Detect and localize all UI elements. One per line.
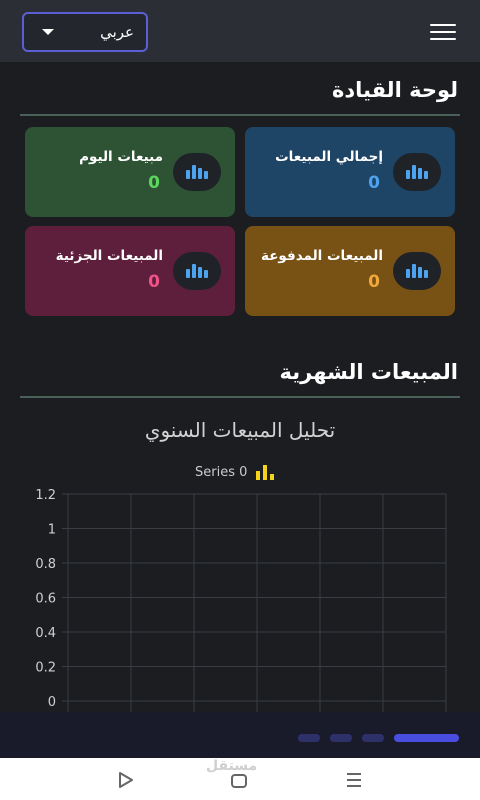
bar-chart-icon: [173, 252, 221, 290]
dashboard-title: لوحة القيادة: [331, 78, 458, 102]
card-label: المبيعات الجزئية: [55, 248, 163, 264]
bar-chart-icon: [173, 153, 221, 191]
system-nav-bar: مستقل: [0, 758, 480, 800]
language-select[interactable]: عربي: [22, 12, 148, 52]
y-tick-label: 0: [48, 695, 56, 710]
card-label: مبيعات اليوم: [79, 149, 163, 165]
legend-bar-icon: [256, 465, 275, 480]
back-icon[interactable]: [116, 770, 136, 790]
monthly-sales-divider: [20, 396, 460, 398]
card-total-sales[interactable]: إجمالي المبيعات 0: [245, 127, 455, 217]
chart-title: تحليل المبيعات السنوي: [144, 418, 336, 442]
y-tick-label: 0.8: [35, 557, 56, 572]
card-value: 0: [148, 272, 160, 292]
chart-legend[interactable]: Series 0: [195, 464, 275, 480]
top-app-bar: عربي: [0, 0, 480, 62]
bar-chart-icon: [393, 252, 441, 290]
y-tick-label: 0.4: [35, 626, 56, 641]
card-today-sales[interactable]: مبيعات اليوم 0: [25, 127, 235, 217]
monthly-sales-title: المبيعات الشهرية: [279, 360, 458, 384]
legend-series-label: Series 0: [195, 464, 248, 480]
card-value: 0: [148, 173, 160, 193]
card-label: إجمالي المبيعات: [275, 149, 383, 165]
language-select-label: عربي: [100, 23, 134, 41]
hamburger-icon[interactable]: [430, 24, 456, 40]
y-tick-label: 0.6: [35, 592, 56, 607]
y-tick-label: 1: [48, 523, 56, 538]
card-paid-sales[interactable]: المبيعات المدفوعة 0: [245, 226, 455, 316]
pager-dot[interactable]: [362, 734, 384, 742]
pager-dot[interactable]: [298, 734, 320, 742]
card-partial-sales[interactable]: المبيعات الجزئية 0: [25, 226, 235, 316]
carousel-pager: [0, 712, 480, 758]
chevron-down-icon: [42, 29, 54, 35]
bar-chart-icon: [393, 153, 441, 191]
dashboard-divider: [20, 114, 460, 116]
card-value: 0: [368, 173, 380, 193]
y-tick-label: 1.2: [35, 488, 56, 503]
pager-dot[interactable]: [330, 734, 352, 742]
home-icon[interactable]: [229, 770, 249, 790]
card-label: المبيعات المدفوعة: [261, 248, 383, 264]
y-tick-label: 0.2: [35, 661, 56, 676]
recents-icon[interactable]: [344, 770, 364, 790]
pager-dot-active[interactable]: [394, 734, 459, 742]
card-value: 0: [368, 272, 380, 292]
sales-chart: 0 0.2 0.4 0.6 0.8 1 1.2: [35, 488, 447, 712]
